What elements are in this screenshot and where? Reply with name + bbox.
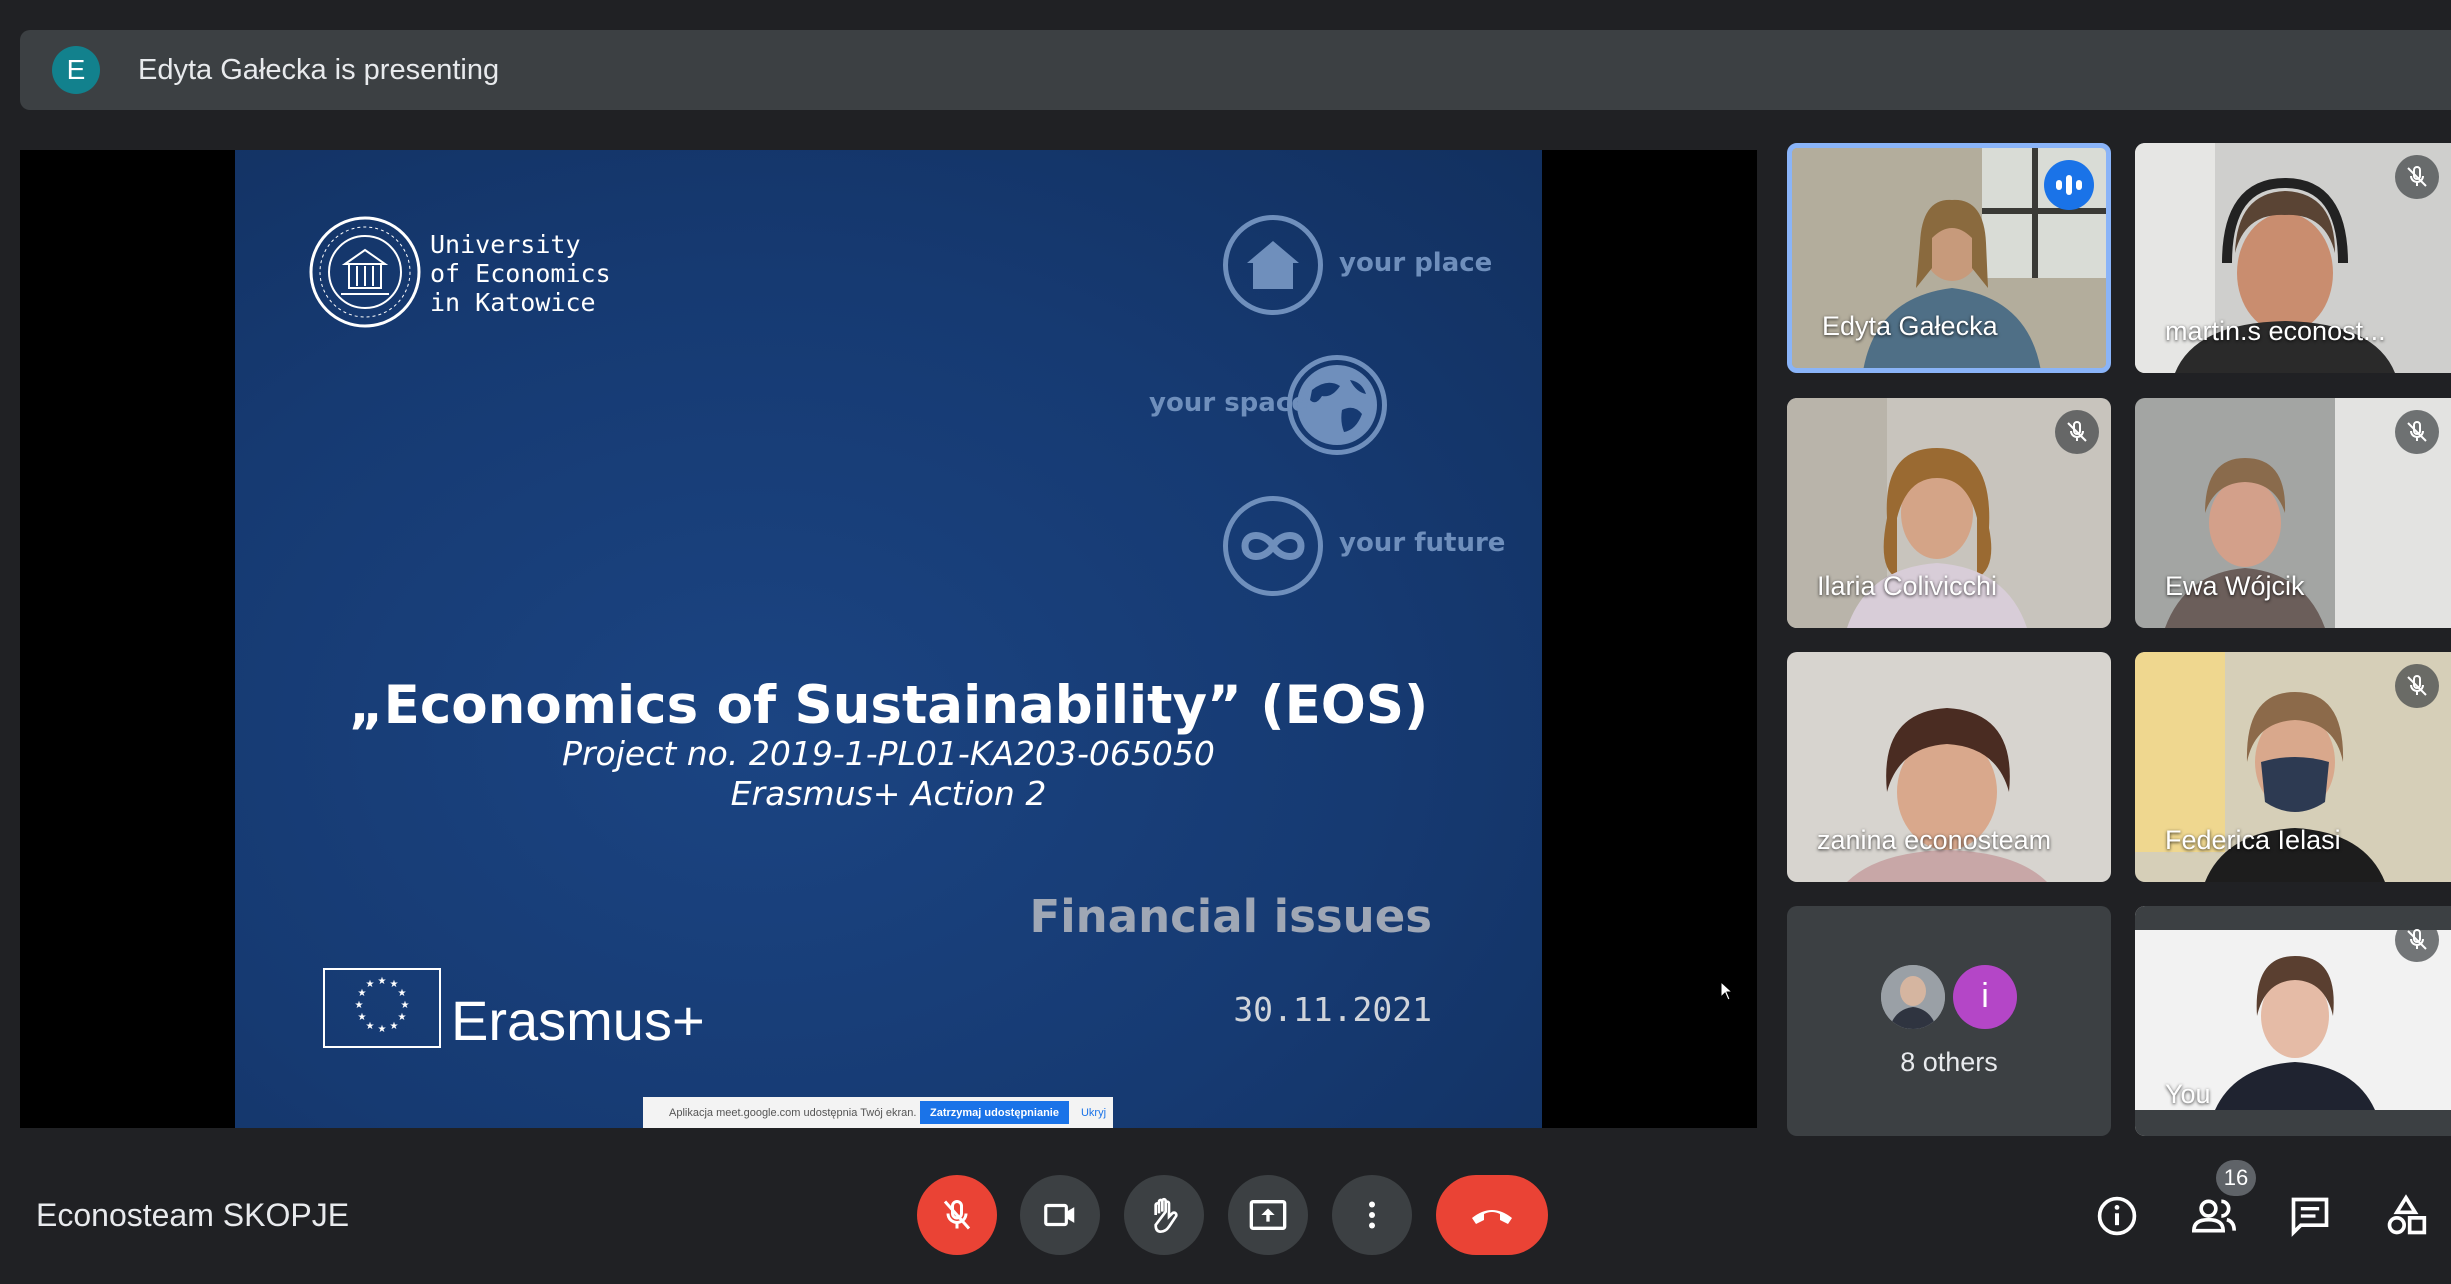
- muted-mic-icon: [2395, 664, 2439, 708]
- presenter-avatar: E: [52, 46, 100, 94]
- university-name: University of Economics in Katowice: [430, 230, 611, 317]
- present-icon: [1249, 1200, 1287, 1230]
- screen-share-notification: Aplikacja meet.google.com udostępnia Twó…: [643, 1097, 1113, 1128]
- camera-icon: [1044, 1203, 1075, 1227]
- svg-text:★: ★: [398, 988, 407, 999]
- svg-text:★: ★: [366, 1021, 375, 1032]
- share-message: Aplikacja meet.google.com udostępnia Twó…: [669, 1106, 917, 1119]
- mouse-cursor-icon: [1720, 981, 1734, 1001]
- activities-icon: [2387, 1194, 2427, 1235]
- people-icon: [2191, 1199, 2236, 1233]
- mic-off-icon: [943, 1199, 971, 1230]
- chat-button[interactable]: [2282, 1188, 2338, 1244]
- camera-toggle-button[interactable]: [1020, 1175, 1100, 1255]
- slide-title: „Economics of Sustainability” (EOS): [348, 675, 1429, 736]
- participant-tile-edyta[interactable]: Edyta Gałecka: [1787, 143, 2111, 373]
- others-avatars: i: [1881, 964, 2017, 1029]
- chat-icon: [2291, 1197, 2329, 1237]
- slide-date: 30.11.2021: [1233, 990, 1432, 1029]
- participant-avatar-letter: i: [1953, 964, 2017, 1029]
- raise-hand-button[interactable]: [1124, 1175, 1204, 1255]
- university-line-2: of Economics: [430, 259, 611, 288]
- svg-text:★: ★: [398, 1012, 407, 1023]
- more-options-button[interactable]: [1332, 1175, 1412, 1255]
- svg-text:★: ★: [390, 1021, 399, 1032]
- activities-button[interactable]: [2378, 1188, 2434, 1244]
- presenting-text: Edyta Gałecka is presenting: [138, 53, 500, 86]
- participant-tile-zanina[interactable]: zanina econosteam: [1787, 652, 2111, 882]
- people-count-badge: 16: [2216, 1160, 2256, 1196]
- slide-project-number: Project no. 2019-1-PL01-KA203-065050: [562, 734, 1215, 773]
- muted-mic-icon: [2395, 410, 2439, 454]
- svg-text:★: ★: [366, 979, 375, 990]
- slide-section-title: Financial issues: [1029, 890, 1433, 943]
- meet-window: E Edyta Gałecka is presenting University…: [0, 0, 2451, 1284]
- more-icon: [1369, 1201, 1375, 1229]
- participant-name: zanina econosteam: [1817, 825, 2052, 855]
- participant-tile-you[interactable]: You: [2135, 906, 2451, 1136]
- others-count: 8 others: [1900, 1046, 1998, 1077]
- presentation-slide: University of Economics in Katowice your…: [235, 150, 1542, 1128]
- stop-sharing-button[interactable]: Zatrzymaj udostępnianie: [920, 1101, 1069, 1124]
- presenting-banner: E Edyta Gałecka is presenting: [20, 30, 2451, 110]
- university-line-3: in Katowice: [430, 288, 596, 317]
- end-call-icon: [1472, 1210, 1512, 1224]
- participant-name: Ewa Wójcik: [2165, 571, 2305, 601]
- svg-text:★: ★: [401, 1000, 410, 1011]
- university-line-1: University: [430, 230, 581, 259]
- raise-hand-icon: [1154, 1197, 1178, 1234]
- svg-text:★: ★: [355, 1000, 364, 1011]
- hide-button[interactable]: Ukryj: [1069, 1107, 1106, 1119]
- muted-mic-icon: [2395, 155, 2439, 199]
- meeting-name: Econosteam SKOPJE: [36, 1197, 350, 1233]
- slide-action: Erasmus+ Action 2: [730, 774, 1047, 813]
- participant-name: You: [2165, 1079, 2211, 1109]
- motto-future: your future: [1339, 528, 1506, 558]
- participant-tile-ewa[interactable]: Ewa Wójcik: [2135, 398, 2451, 628]
- university-seal-icon: [309, 216, 421, 328]
- house-icon: [1223, 215, 1323, 315]
- svg-text:★: ★: [378, 976, 387, 987]
- people-button[interactable]: [2186, 1188, 2242, 1244]
- participant-tile-ilaria[interactable]: Ilaria Colivicchi: [1787, 398, 2111, 628]
- present-now-button[interactable]: [1228, 1175, 1308, 1255]
- erasmus-logo: Erasmus+: [451, 989, 705, 1052]
- infinity-icon: [1223, 496, 1323, 596]
- svg-text:★: ★: [378, 1024, 387, 1035]
- motto-place: your place: [1339, 248, 1493, 278]
- leave-call-button[interactable]: [1436, 1175, 1548, 1255]
- meeting-details-button[interactable]: [2089, 1188, 2145, 1244]
- speaking-indicator-icon: [2044, 160, 2094, 210]
- participant-name: Ilaria Colivicchi: [1817, 571, 1998, 601]
- participant-name: martin.s econost...: [2165, 316, 2386, 346]
- microphone-toggle-button[interactable]: [917, 1175, 997, 1255]
- participant-tile-martin[interactable]: martin.s econost...: [2135, 143, 2451, 373]
- presentation-stage[interactable]: University of Economics in Katowice your…: [20, 150, 1757, 1128]
- participant-avatar: [1881, 964, 1945, 1029]
- muted-mic-icon: [2395, 918, 2439, 962]
- participant-name: Federica Ielasi: [2165, 825, 2341, 855]
- eu-flag-icon: ★ ★ ★ ★ ★ ★ ★ ★ ★ ★ ★ ★: [323, 968, 441, 1048]
- others-tile[interactable]: i 8 others: [1787, 906, 2111, 1136]
- info-icon: [2097, 1196, 2137, 1236]
- muted-mic-icon: [2055, 410, 2099, 454]
- svg-text:★: ★: [358, 1012, 367, 1023]
- motto-space: your space: [1149, 388, 1309, 418]
- participant-tile-federica[interactable]: Federica Ielasi: [2135, 652, 2451, 882]
- participant-name: Edyta Gałecka: [1822, 311, 1998, 341]
